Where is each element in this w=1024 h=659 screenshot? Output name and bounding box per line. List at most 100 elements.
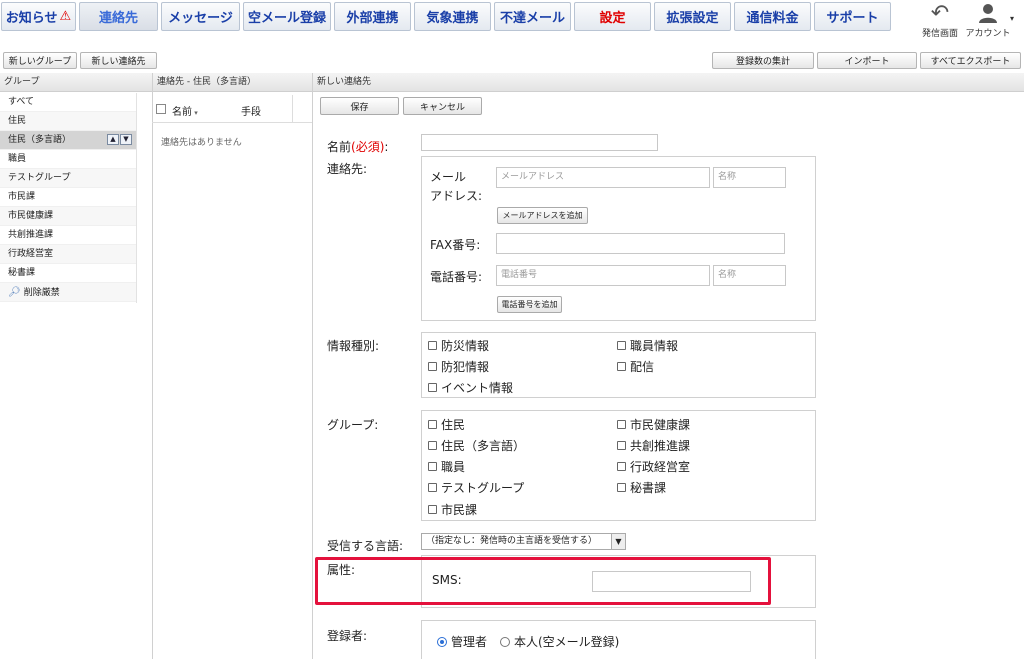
group-item-test-group[interactable]: テストグループ [0,169,136,188]
nav-messages[interactable]: メッセージ [161,2,240,31]
cancel-button[interactable]: キャンセル [403,97,482,115]
group-item-citizens-division[interactable]: 市民課 [0,188,136,207]
nav-contacts[interactable]: 連絡先 [79,2,158,31]
group-checkbox[interactable]: テストグループ [428,479,524,496]
group-item-co-creation[interactable]: 共創推進課 [0,226,136,245]
group-checkbox[interactable]: 住民（多言語） [428,437,525,454]
name-label: 名前(必須): [327,138,388,155]
export-all-button[interactable]: すべてエクスポート [920,52,1021,69]
nav-weather-integration[interactable]: 気象連携 [414,2,491,31]
nav-support[interactable]: サポート [814,2,891,31]
group-item-citizen-health[interactable]: 市民健康課 [0,207,136,226]
nav-external-integration[interactable]: 外部連携 [334,2,411,31]
move-up-icon[interactable]: ▲ [107,134,119,145]
info-checkbox-staff[interactable]: 職員情報 [617,337,678,354]
group-checkbox[interactable]: 住民 [428,416,465,433]
name-input[interactable] [421,134,658,151]
registrant-self-radio[interactable]: 本人(空メール登録) [500,633,619,650]
move-down-icon[interactable]: ▼ [120,134,132,145]
checkbox[interactable] [428,483,437,492]
group-item-admin-management[interactable]: 行政経営室 [0,245,136,264]
nav-extended-settings[interactable]: 拡張設定 [654,2,731,31]
radio-button[interactable] [500,636,510,647]
checkbox-label: 住民（多言語） [441,439,526,453]
nav-empty-mail-registration[interactable]: 空メール登録 [243,2,331,31]
checkbox[interactable] [428,441,437,450]
count-summary-button[interactable]: 登録数の集計 [712,52,814,69]
group-item-label: 住民（多言語） [8,135,72,145]
group-item-label: 住民 [8,116,27,126]
group-checkbox[interactable]: 共創推進課 [617,437,690,454]
checkbox-label: 市民課 [441,503,478,517]
checkbox[interactable] [617,462,626,471]
name-column-label: 名前 [172,107,192,118]
info-checkbox-disaster[interactable]: 防災情報 [428,337,489,354]
group-checkbox[interactable]: 職員 [428,458,465,475]
group-item-secretary[interactable]: 秘書課 [0,264,136,283]
chevron-down-icon[interactable]: ▾ [1010,14,1014,23]
checkbox[interactable] [428,362,437,371]
checkbox[interactable] [428,383,437,392]
group-item-all[interactable]: すべて [0,93,136,112]
phone-input[interactable]: 電話番号 [496,265,710,286]
new-contact-button[interactable]: 新しい連絡先 [80,52,157,69]
checkbox[interactable] [428,462,437,471]
select-all-checkbox[interactable] [156,104,166,114]
registrant-label: 登録者: [327,629,368,643]
phone-name-input[interactable]: 名称 [713,265,786,286]
group-item-residents-multilingual[interactable]: 住民（多言語） ▲ ▼ [0,131,136,150]
add-email-button[interactable]: メールアドレスを追加 [497,207,588,224]
group-checkbox[interactable]: 市民課 [428,501,477,518]
group-item-do-not-delete[interactable]: 🔎︎ 削除厳禁 [0,283,136,302]
groups-panel-header: グループ [0,73,152,92]
info-checkbox-delivery[interactable]: 配信 [617,358,654,375]
group-item-staff[interactable]: 職員 [0,150,136,169]
nav-undelivered-mail[interactable]: 不達メール [494,2,571,31]
chevron-down-icon: ▼ [611,534,625,549]
new-group-button[interactable]: 新しいグループ [3,52,77,69]
panel-divider[interactable] [152,73,153,659]
checkbox[interactable] [428,341,437,350]
group-checkbox[interactable]: 行政経営室 [617,458,690,475]
required-marker: (必須) [351,140,385,154]
search-icon: 🔎︎ [8,287,21,298]
group-item-label: 秘書課 [8,268,36,278]
checkbox[interactable] [617,341,626,350]
language-select-value: （指定なし：発信時の主言語を受信する） [426,536,598,546]
radio-button[interactable] [437,636,447,647]
contacts-column-header: 名前 ▾ 手段 [152,95,312,123]
group-item-residents[interactable]: 住民 [0,112,136,131]
group-checkbox[interactable]: 秘書課 [617,479,666,496]
info-checkbox-crime[interactable]: 防犯情報 [428,358,489,375]
fax-input[interactable] [496,233,785,254]
email-input[interactable]: メールアドレス [496,167,710,188]
checkbox[interactable] [428,420,437,429]
nav-settings[interactable]: 設定 [574,2,651,31]
checkbox[interactable] [617,441,626,450]
send-screen-button[interactable]: ↶ 発信画面 [915,2,965,40]
name-column-header[interactable]: 名前 ▾ [172,103,198,118]
registrant-admin-radio[interactable]: 管理者 [437,633,487,650]
panel-divider[interactable] [312,73,313,659]
checkbox[interactable] [617,483,626,492]
add-phone-button[interactable]: 電話番号を追加 [497,296,562,313]
email-name-input[interactable]: 名称 [713,167,786,188]
top-navigation: お知らせ ⚠ 連絡先 メッセージ 空メール登録 外部連携 気象連携 不達メール 設… [0,0,1024,44]
nav-notices[interactable]: お知らせ ⚠ [1,2,76,31]
list-border [136,93,137,303]
method-column-header[interactable]: 手段 [241,103,261,118]
info-type-label: 情報種別: [327,339,380,353]
info-checkbox-event[interactable]: イベント情報 [428,379,513,396]
checkbox[interactable] [617,420,626,429]
group-checkbox[interactable]: 市民健康課 [617,416,690,433]
contacts-panel-header: 連絡先 - 住民（多言語） [153,73,312,92]
import-button[interactable]: インポート [817,52,917,69]
save-button[interactable]: 保存 [320,97,399,115]
checkbox[interactable] [428,505,437,514]
group-item-label: 市民課 [8,192,36,202]
nav-communication-fees[interactable]: 通信料金 [734,2,811,31]
checkbox[interactable] [617,362,626,371]
account-button[interactable]: アカウント [963,2,1013,39]
empty-contacts-message: 連絡先はありません [161,138,242,148]
language-select[interactable]: （指定なし：発信時の主言語を受信する） ▼ [421,533,626,550]
